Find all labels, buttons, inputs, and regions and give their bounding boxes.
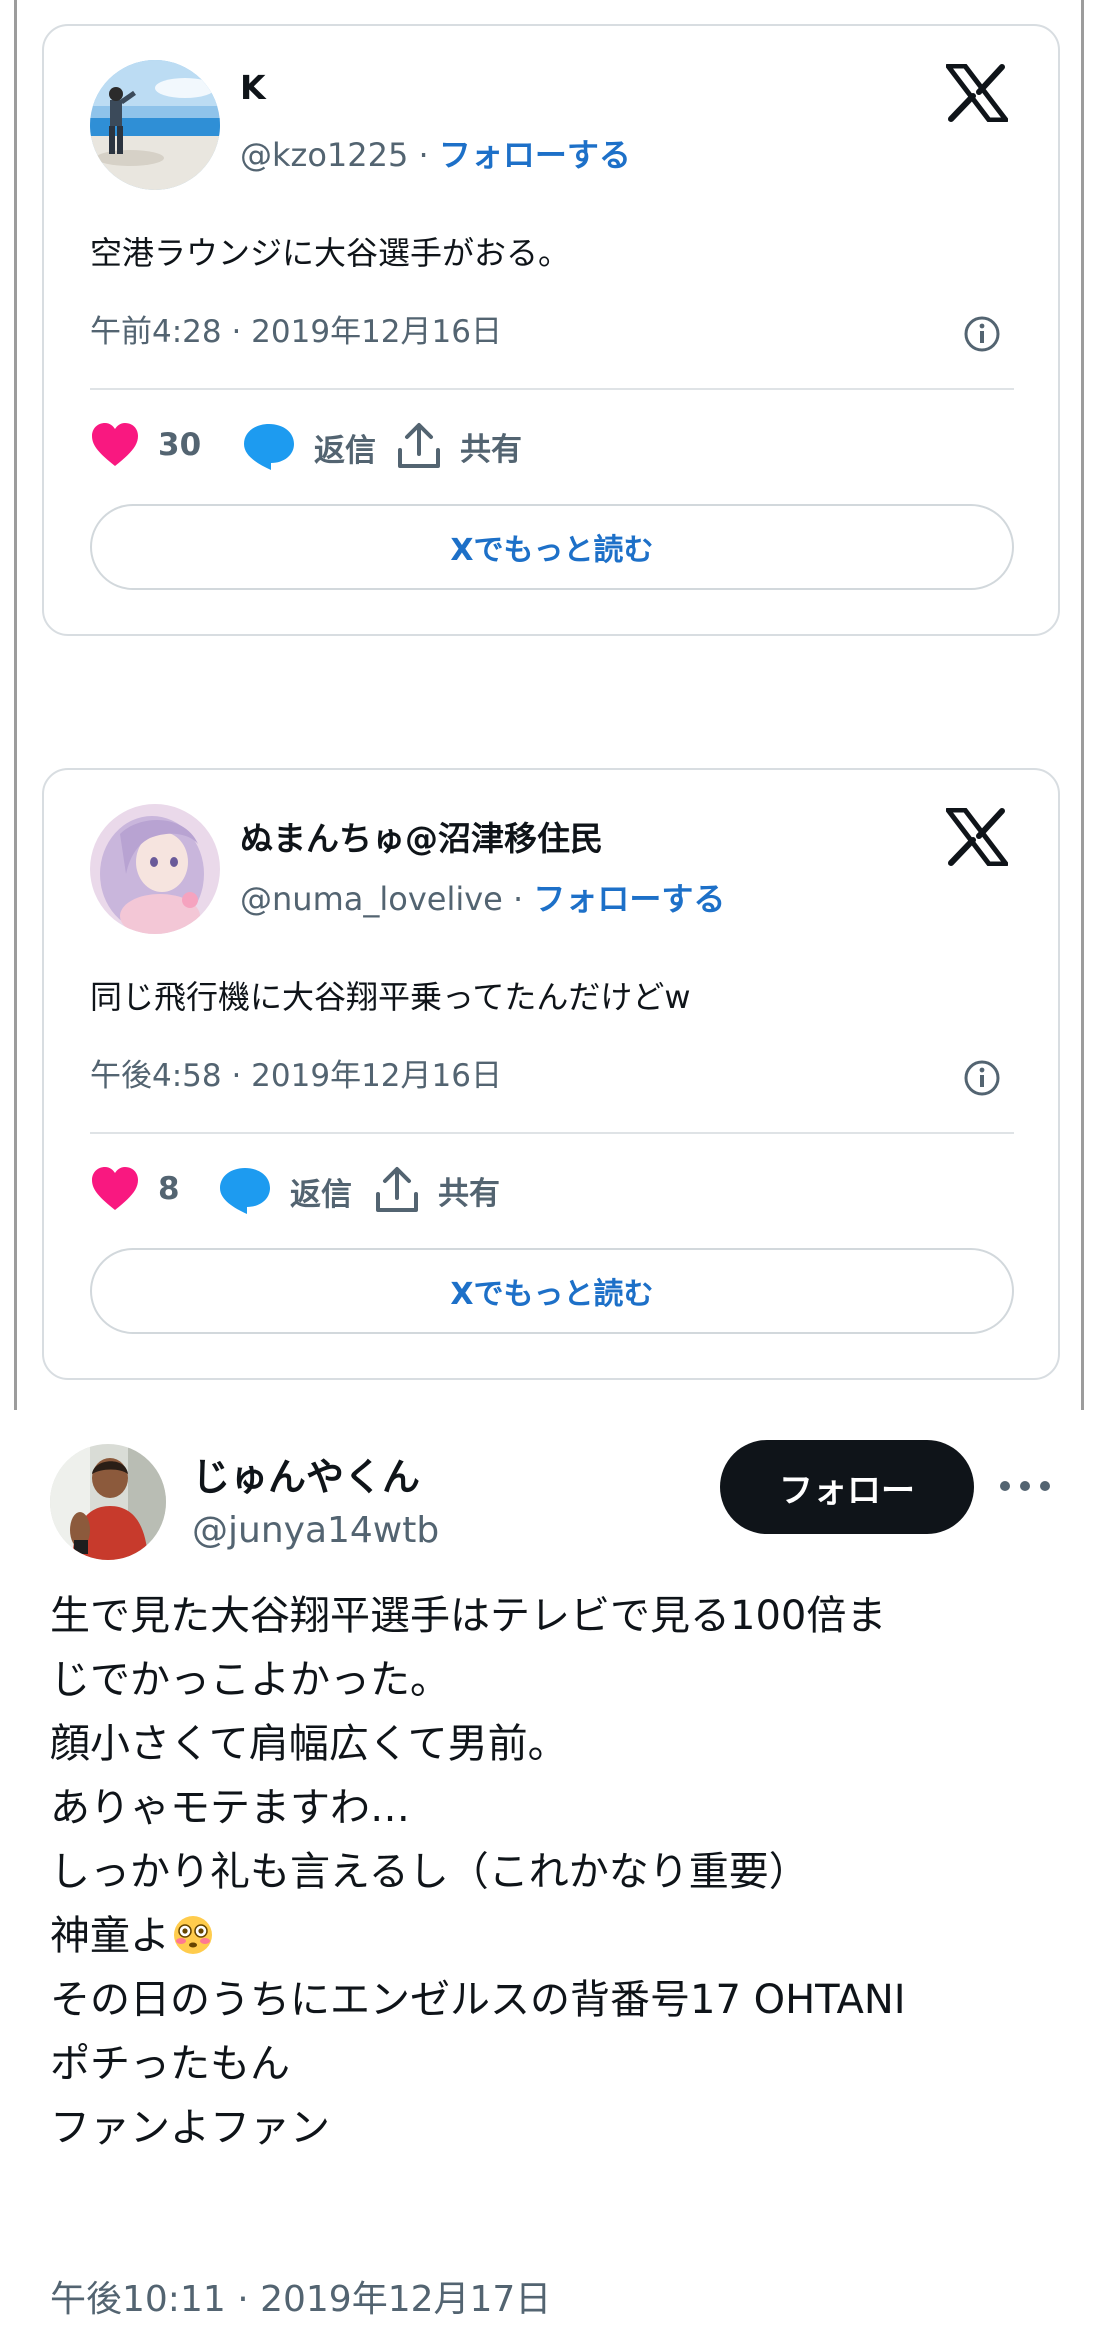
- action-bar: 8 返信 共有: [90, 1166, 990, 1222]
- share-icon: [398, 423, 440, 468]
- reply-bubble-icon: [220, 1168, 270, 1214]
- gym-photo-avatar-icon: [50, 1444, 166, 1560]
- embedded-tweets-area: K @kzo1225 · フォローする 空港ラウンジに大谷選手がおる。 午前4:…: [0, 0, 1100, 1410]
- heart-icon: [92, 423, 138, 466]
- dot: [1000, 1481, 1010, 1491]
- display-name[interactable]: K: [240, 68, 266, 107]
- frame-right-border: [1081, 0, 1084, 1410]
- tweet-timestamp[interactable]: 午前4:28 · 2019年12月16日: [90, 306, 502, 351]
- like-count: 30: [158, 427, 202, 463]
- tweet-line: 顔小さくて肩幅広くて男前。: [50, 1721, 568, 1767]
- tweet-line: ファンよファン: [50, 2105, 330, 2151]
- action-bar: 30 返信 共有: [90, 422, 990, 478]
- tweet-screenshot: じゅんやくん @junya14wtb フォロー 生で見た大谷翔平選手はテレビで見…: [0, 1410, 1100, 2337]
- divider: [90, 1132, 1014, 1134]
- like-button[interactable]: 8: [90, 1166, 180, 1212]
- embedded-tweet-card[interactable]: ぬまんちゅ@沼津移住民 @numa_lovelive · フォローする 同じ飛行…: [42, 768, 1060, 1380]
- follow-link[interactable]: フォローする: [439, 136, 631, 174]
- tweet-line: じでかっこよかった。: [50, 1657, 450, 1703]
- beach-photo-avatar-icon: [90, 60, 220, 190]
- divider: [90, 388, 1014, 390]
- flushed-face-icon: [174, 1916, 212, 1954]
- x-logo-icon[interactable]: [946, 64, 1008, 122]
- handle[interactable]: @kzo1225: [240, 136, 408, 174]
- separator: ·: [502, 880, 534, 918]
- share-label: 共有: [460, 431, 522, 468]
- dot: [1040, 1481, 1050, 1491]
- dot: [1020, 1481, 1030, 1491]
- tweet-timestamp[interactable]: 午後10:11 · 2019年12月17日: [50, 2270, 551, 2322]
- handle-line: @kzo1225 · フォローする: [240, 130, 631, 176]
- handle[interactable]: @numa_lovelive: [240, 880, 503, 918]
- handle-line: @numa_lovelive · フォローする: [240, 874, 725, 920]
- tweet-line: 生で見た大谷翔平選手はテレビで見る100倍ま: [50, 1593, 887, 1639]
- reply-button[interactable]: 返信: [242, 422, 376, 472]
- reply-bubble-icon: [244, 424, 294, 470]
- more-options-icon[interactable]: [1000, 1466, 1050, 1506]
- read-more-on-x-button[interactable]: Xでもっと読む: [90, 504, 1014, 590]
- like-count: 8: [158, 1171, 180, 1207]
- display-name[interactable]: じゅんやくん: [192, 1446, 420, 1501]
- tweet-line: ありゃモテますわ…: [50, 1785, 410, 1831]
- info-icon[interactable]: [962, 1058, 1002, 1098]
- info-icon[interactable]: [962, 314, 1002, 354]
- like-button[interactable]: 30: [90, 422, 201, 468]
- handle[interactable]: @junya14wtb: [192, 1510, 439, 1551]
- anime-character-avatar-icon: [90, 804, 220, 934]
- read-more-on-x-button[interactable]: Xでもっと読む: [90, 1248, 1014, 1334]
- embedded-tweet-card[interactable]: K @kzo1225 · フォローする 空港ラウンジに大谷選手がおる。 午前4:…: [42, 24, 1060, 636]
- display-name[interactable]: ぬまんちゅ@沼津移住民: [240, 812, 603, 860]
- x-logo-icon[interactable]: [946, 808, 1008, 866]
- reply-label: 返信: [290, 1176, 352, 1213]
- tweet-timestamp[interactable]: 午後4:58 · 2019年12月16日: [90, 1050, 502, 1095]
- follow-link[interactable]: フォローする: [533, 880, 725, 918]
- tweet-line: ポチったもん: [50, 2041, 290, 2087]
- tweet-text: 同じ飛行機に大谷翔平乗ってたんだけどw: [90, 978, 691, 1016]
- avatar[interactable]: [90, 60, 220, 190]
- tweet-text: 空港ラウンジに大谷選手がおる。: [90, 234, 571, 272]
- frame-left-border: [14, 0, 17, 1410]
- share-label: 共有: [438, 1175, 500, 1212]
- share-icon: [376, 1167, 418, 1212]
- reply-label: 返信: [314, 432, 376, 469]
- share-button[interactable]: 共有: [396, 422, 522, 470]
- share-button[interactable]: 共有: [374, 1166, 500, 1214]
- tweet-line: その日のうちにエンゼルスの背番号17 OHTANI: [50, 1977, 906, 2023]
- heart-icon: [92, 1167, 138, 1210]
- tweet-line-text: 神童よ: [50, 1913, 170, 1959]
- follow-button[interactable]: フォロー: [720, 1440, 974, 1534]
- tweet-line-with-emoji: 神童よ: [50, 1904, 1060, 1968]
- avatar[interactable]: [90, 804, 220, 934]
- tweet-line: しっかり礼も言えるし（これかなり重要）: [50, 1849, 809, 1895]
- separator: ·: [408, 136, 439, 174]
- reply-button[interactable]: 返信: [218, 1166, 352, 1216]
- avatar[interactable]: [50, 1444, 166, 1560]
- tweet-body: 生で見た大谷翔平選手はテレビで見る100倍ま じでかっこよかった。 顔小さくて肩…: [50, 1584, 1060, 2160]
